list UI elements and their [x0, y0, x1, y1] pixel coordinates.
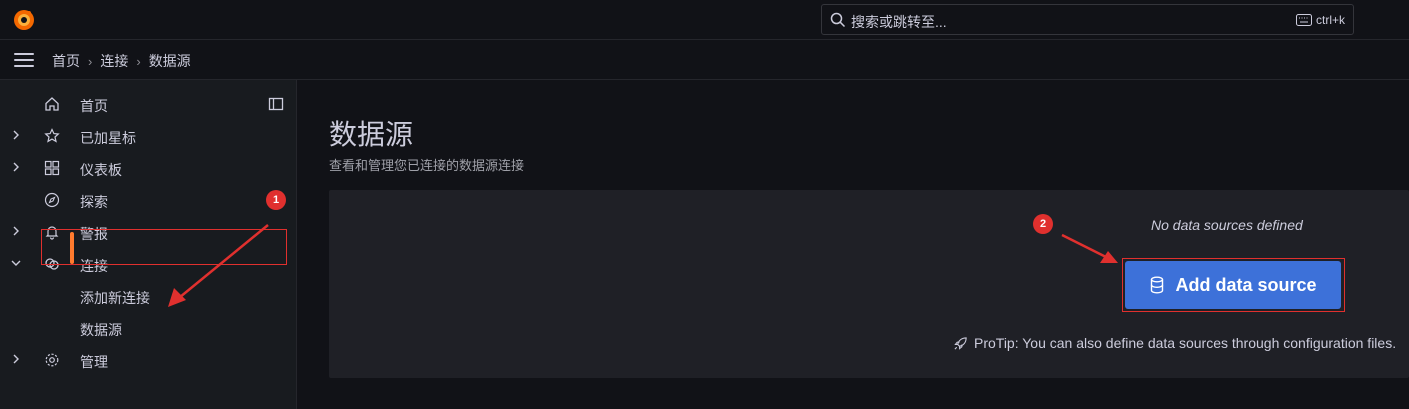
annotation-arrow-icon	[1061, 233, 1118, 263]
sidebar-item-label: 探索	[80, 194, 108, 210]
search-input[interactable]: 搜索或跳转至... ctrl+k	[821, 4, 1354, 35]
compass-icon	[44, 192, 60, 208]
sidebar-subitem-label: 添加新连接	[80, 290, 150, 306]
breadcrumb-bar: 首页 › 连接 › 数据源	[0, 40, 1409, 80]
sidebar-subitem-label: 数据源	[80, 322, 122, 338]
chevron-right-icon[interactable]	[10, 353, 22, 365]
annotation-badge: 2	[1033, 214, 1053, 234]
chevron-right-icon: ›	[88, 53, 93, 69]
sidebar-item-label: 仪表板	[80, 162, 122, 178]
gear-icon	[44, 352, 60, 368]
dashboards-icon	[44, 160, 60, 176]
sidebar-item-starred[interactable]: 已加星标	[0, 120, 297, 152]
keyboard-shortcut: ctrl+k	[1295, 13, 1345, 27]
keyboard-icon	[1295, 14, 1312, 26]
chevron-down-icon[interactable]	[10, 257, 22, 269]
sidebar-subitem-data-sources[interactable]: 数据源	[0, 312, 297, 344]
sidebar-item-administration[interactable]: 管理	[0, 344, 297, 376]
annotation-badge: 1	[266, 190, 286, 210]
page-title: 数据源	[329, 119, 414, 150]
protip-text: ProTip: You can also define data sources…	[974, 335, 1397, 351]
sidebar-item-label: 管理	[80, 354, 108, 370]
sidebar-item-dashboards[interactable]: 仪表板	[0, 152, 297, 184]
main-content: 数据源 查看和管理您已连接的数据源连接 No data sources defi…	[297, 80, 1409, 409]
breadcrumb-current: 数据源	[148, 53, 191, 69]
sidebar-item-explore[interactable]: 探索	[0, 184, 297, 216]
page-subtitle: 查看和管理您已连接的数据源连接	[329, 158, 525, 173]
empty-state-message: No data sources defined	[1151, 217, 1303, 233]
rocket-icon	[953, 336, 968, 351]
sidebar-item-label: 已加星标	[80, 130, 136, 146]
annotation-arrow-icon	[168, 224, 269, 307]
empty-state-panel: No data sources defined Add data source …	[329, 190, 1409, 378]
annotation-highlight-box	[1122, 258, 1345, 312]
menu-icon[interactable]	[14, 53, 34, 67]
breadcrumb-connections[interactable]: 连接	[100, 51, 128, 71]
star-icon	[44, 128, 60, 144]
breadcrumb-home[interactable]: 首页	[52, 51, 80, 71]
search-placeholder: 搜索或跳转至...	[851, 14, 947, 30]
search-icon	[830, 12, 846, 28]
protip: ProTip: You can also define data sources…	[953, 335, 1396, 351]
sidebar-item-home[interactable]: 首页	[0, 88, 297, 120]
shortcut-text: ctrl+k	[1315, 13, 1345, 27]
sidebar-item-label: 首页	[80, 98, 108, 114]
home-icon	[44, 96, 60, 112]
breadcrumb: 首页 › 连接 › 数据源	[52, 51, 191, 71]
chevron-right-icon: ›	[136, 53, 141, 69]
chevron-right-icon[interactable]	[10, 225, 22, 237]
chevron-right-icon[interactable]	[10, 161, 22, 173]
chevron-right-icon[interactable]	[10, 129, 22, 141]
top-bar: 搜索或跳转至... ctrl+k	[0, 0, 1409, 40]
grafana-logo-icon[interactable]	[12, 8, 36, 32]
